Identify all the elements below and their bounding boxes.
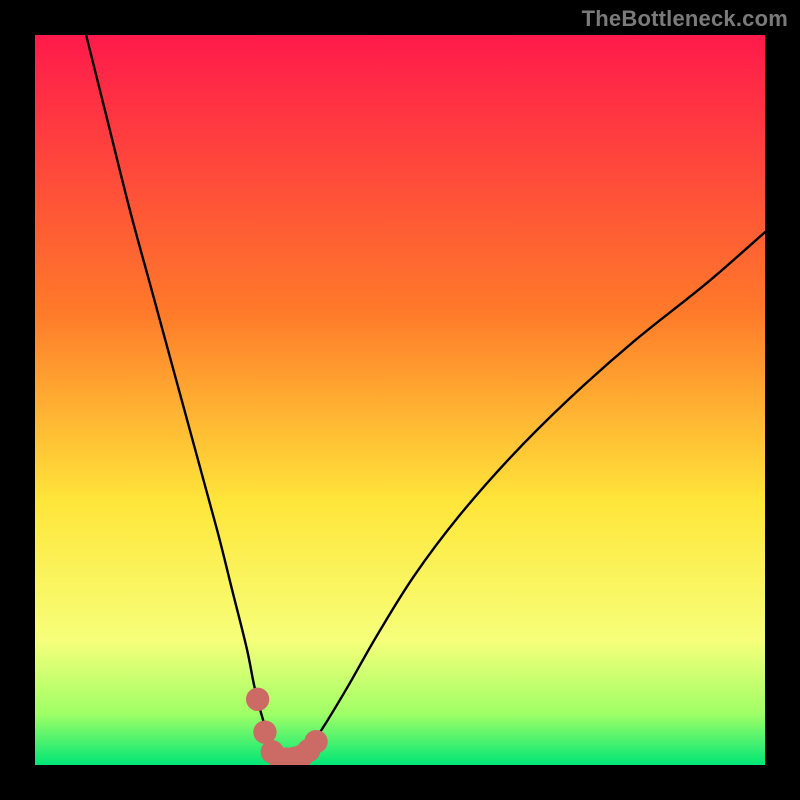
gradient-background xyxy=(35,35,765,765)
chart-frame: TheBottleneck.com xyxy=(0,0,800,800)
marker-dot xyxy=(304,730,327,753)
plot-area xyxy=(35,35,765,765)
marker-dot xyxy=(246,688,269,711)
bottleneck-chart xyxy=(35,35,765,765)
watermark-text: TheBottleneck.com xyxy=(582,6,788,32)
